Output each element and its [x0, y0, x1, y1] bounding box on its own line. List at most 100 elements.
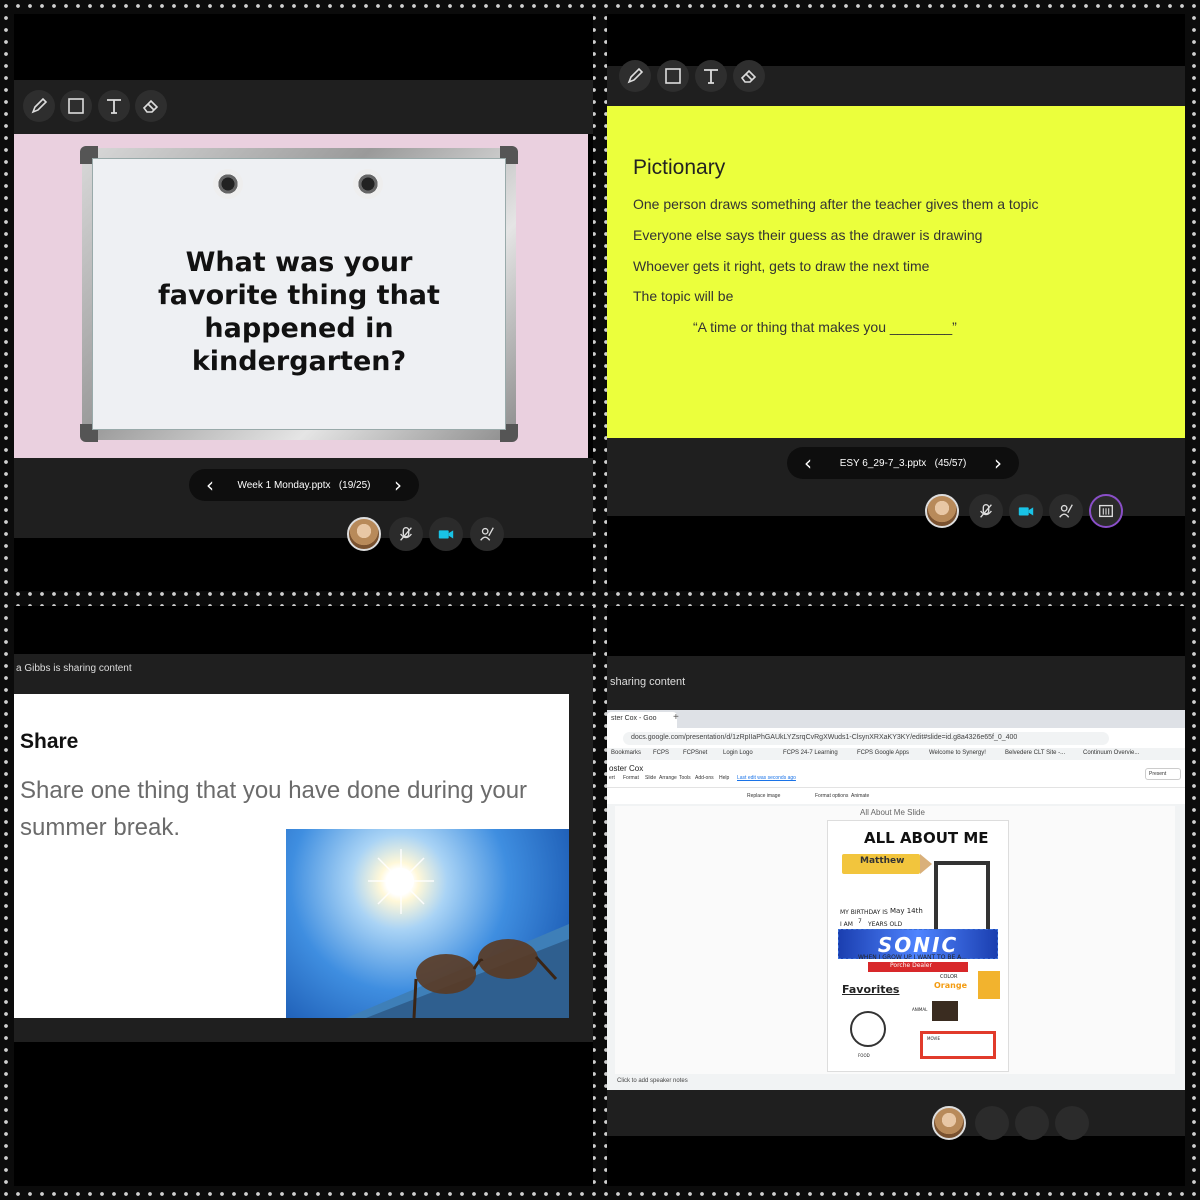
participants-icon[interactable]: [1049, 494, 1083, 528]
slides-toolbar: [607, 787, 1185, 803]
bookmark[interactable]: Welcome to Synergy!: [929, 750, 986, 756]
prev-slide-button[interactable]: ‹: [799, 451, 817, 475]
eraser-icon[interactable]: [135, 90, 167, 122]
avatar[interactable]: [932, 1106, 966, 1140]
slide-pictionary: Pictionary One person draws something af…: [607, 106, 1185, 438]
annotation-toolbar: [14, 80, 593, 134]
instruction-line: The topic will be: [633, 288, 734, 304]
tab-bar: ster Cox - Goo +: [607, 710, 1185, 728]
panel-toggle-icon[interactable]: [1089, 494, 1123, 528]
avatar[interactable]: [925, 494, 959, 528]
poster-title: ALL ABOUT ME: [864, 829, 989, 847]
dog-photo: [932, 1001, 958, 1021]
birthday-value: May 14th: [890, 907, 923, 915]
next-slide-button[interactable]: ›: [989, 451, 1007, 475]
sunglasses-photo: [286, 829, 569, 1018]
camera-icon[interactable]: [429, 517, 463, 551]
present-button[interactable]: Present: [1145, 768, 1181, 780]
file-label: ESY 6_29-7_3.pptx: [839, 457, 927, 469]
animate-button[interactable]: Animate: [851, 793, 869, 799]
annotation-toolbar: [607, 60, 1185, 106]
page-indicator: (45/57): [934, 457, 967, 469]
bookmark[interactable]: Bookmarks: [611, 750, 641, 756]
text-icon[interactable]: [695, 60, 727, 92]
menu-item[interactable]: Arrange: [659, 775, 677, 781]
rectangle-icon[interactable]: [657, 60, 689, 92]
pencil-icon[interactable]: [23, 90, 55, 122]
plate-graphic: [850, 1011, 886, 1047]
grow-up-value: Porche Dealer: [868, 962, 968, 972]
menu-item[interactable]: Slide: [645, 775, 656, 781]
bookmark[interactable]: Belvedere CLT Site -...: [1005, 750, 1065, 756]
address-bar: docs.google.com/presentation/d/1zRpIIaPh…: [607, 728, 1185, 748]
bookmark[interactable]: FCPSnet: [683, 750, 707, 756]
camera-icon[interactable]: [1009, 494, 1043, 528]
browser-tab[interactable]: ster Cox - Goo: [607, 712, 677, 728]
url-input[interactable]: docs.google.com/presentation/d/1zRpIIaPh…: [623, 732, 1109, 745]
slide-navigator: ‹ Week 1 Monday.pptx (19/25) ›: [189, 469, 419, 501]
movie-ticket: MOVIE: [920, 1031, 996, 1059]
slide-question: What was your favorite thing that happen…: [158, 247, 440, 377]
eraser-icon[interactable]: [733, 60, 765, 92]
age-label: I AM: [840, 921, 853, 928]
bookmark[interactable]: FCPS Google Apps: [857, 750, 909, 756]
topic-line: “A time or thing that makes you ________…: [693, 319, 957, 335]
slide-heading: All About Me Slide: [860, 808, 925, 817]
rectangle-icon[interactable]: [60, 90, 92, 122]
new-tab-icon[interactable]: +: [673, 712, 679, 723]
sharing-label: a Gibbs is sharing content: [16, 663, 132, 674]
file-label: Week 1 Monday.pptx: [237, 479, 331, 491]
photo-frame: [934, 861, 990, 933]
all-about-me-poster[interactable]: ALL ABOUT ME Matthew MY BIRTHDAY IS May …: [827, 820, 1009, 1072]
menu-item[interactable]: Add-ons: [695, 775, 714, 781]
color-label: COLOR: [940, 974, 958, 980]
magnet-right: [353, 169, 383, 199]
camera-icon[interactable]: [1015, 1106, 1049, 1140]
last-edit-link[interactable]: Last edit was seconds ago: [737, 775, 796, 781]
bookmark[interactable]: Login Logo: [723, 750, 753, 756]
text-icon[interactable]: [98, 90, 130, 122]
slide-title: Share: [20, 730, 79, 753]
instruction-line: Whoever gets it right, gets to draw the …: [633, 258, 930, 274]
mic-muted-icon[interactable]: [969, 494, 1003, 528]
next-slide-button[interactable]: ›: [389, 473, 407, 497]
menu-item[interactable]: Help: [719, 775, 729, 781]
slide-week1: What was your favorite thing that happen…: [14, 134, 588, 458]
birthday-label: MY BIRTHDAY IS: [840, 909, 888, 916]
menu-item[interactable]: Format: [623, 775, 639, 781]
grow-up-label: WHEN I GROW UP I WANT TO BE A...: [858, 954, 967, 961]
mic-muted-icon[interactable]: [975, 1106, 1009, 1140]
student-name: Matthew: [860, 856, 905, 866]
menu-item[interactable]: Tools: [679, 775, 691, 781]
replace-image-button[interactable]: Replace image: [747, 793, 780, 799]
menu-item[interactable]: ert: [609, 775, 615, 781]
browser-window: ster Cox - Goo + docs.google.com/present…: [607, 710, 1185, 1090]
bookmark[interactable]: Continuum Overvie...: [1083, 750, 1139, 756]
format-options-button[interactable]: Format options: [815, 793, 848, 799]
magnet-left: [213, 169, 243, 199]
prev-slide-button[interactable]: ‹: [201, 473, 219, 497]
bookmark[interactable]: FCPS 24-7 Learning: [783, 750, 838, 756]
avatar[interactable]: [347, 517, 381, 551]
doc-title: oster Cox: [609, 764, 644, 773]
instruction-line: Everyone else says their guess as the dr…: [633, 227, 983, 243]
panel-week1-slide: What was your favorite thing that happen…: [14, 14, 593, 591]
age-value: 7: [858, 918, 862, 925]
bookmark[interactable]: FCPS: [653, 750, 669, 756]
food-label: FOOD: [858, 1053, 870, 1058]
speaker-notes[interactable]: Click to add speaker notes: [617, 1078, 688, 1084]
panel-share-slide: a Gibbs is sharing content Share Share o…: [14, 606, 593, 1186]
panel-pictionary-slide: Pictionary One person draws something af…: [607, 14, 1185, 591]
participants-icon[interactable]: [470, 517, 504, 551]
animal-label: ANIMAL: [912, 1007, 928, 1012]
sharing-label: sharing content: [610, 676, 686, 688]
page-indicator: (19/25): [338, 479, 371, 491]
pencil-icon[interactable]: [619, 60, 651, 92]
instruction-line: One person draws something after the tea…: [633, 196, 1039, 212]
movie-label: MOVIE: [927, 1036, 940, 1041]
crayons-graphic: [978, 971, 1000, 999]
whiteboard-image: What was your favorite thing that happen…: [80, 146, 518, 442]
slide-share: Share Share one thing that you have done…: [14, 694, 569, 1018]
mic-muted-icon[interactable]: [389, 517, 423, 551]
participants-icon[interactable]: [1055, 1106, 1089, 1140]
